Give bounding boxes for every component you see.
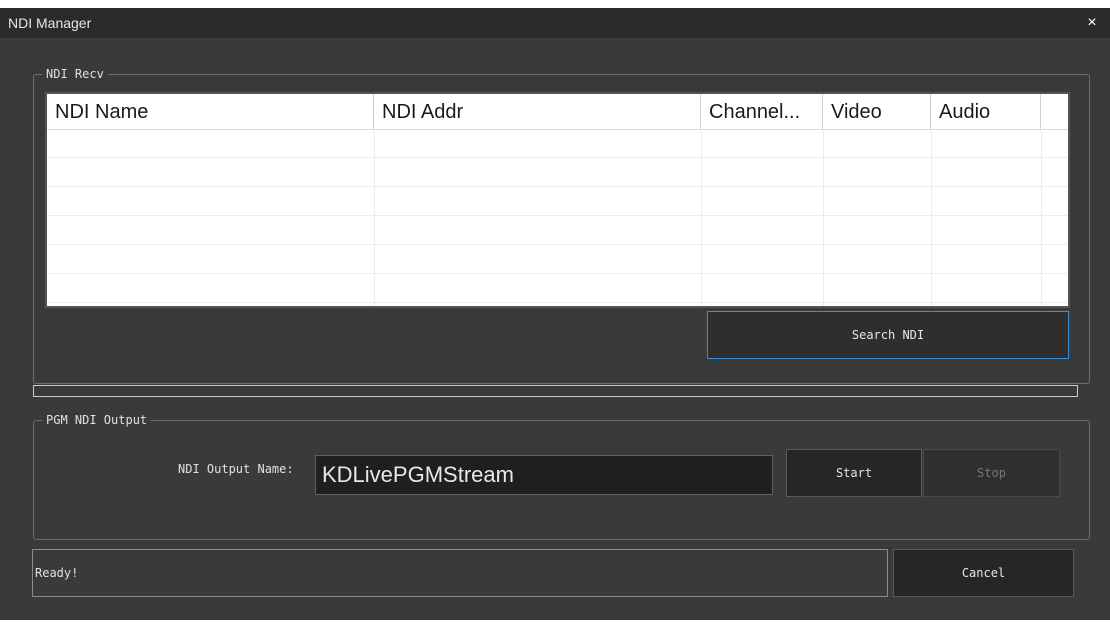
table-row[interactable] — [47, 158, 1068, 187]
column-header-ndi-name[interactable]: NDI Name — [47, 94, 374, 129]
ndi-output-name-input[interactable] — [315, 455, 773, 495]
column-header-audio[interactable]: Audio — [931, 94, 1041, 129]
start-button[interactable]: Start — [786, 449, 922, 497]
search-ndi-button[interactable]: Search NDI — [707, 311, 1069, 359]
column-header-video[interactable]: Video — [823, 94, 931, 129]
table-header: NDI Name NDI Addr Channel... Video Audio — [47, 94, 1068, 130]
ndi-output-name-label: NDI Output Name: — [178, 462, 294, 476]
stop-button[interactable]: Stop — [923, 449, 1060, 497]
ndi-source-table[interactable]: NDI Name NDI Addr Channel... Video Audio — [45, 92, 1070, 308]
title-bar: NDI Manager × — [0, 8, 1110, 38]
table-row[interactable] — [47, 187, 1068, 216]
progress-bar — [33, 385, 1078, 397]
column-header-channel[interactable]: Channel... — [701, 94, 823, 129]
table-row[interactable] — [47, 245, 1068, 274]
table-row[interactable] — [47, 129, 1068, 158]
pgm-ndi-output-legend: PGM NDI Output — [42, 412, 152, 428]
window-title: NDI Manager — [8, 15, 92, 31]
table-row[interactable] — [47, 216, 1068, 245]
close-icon[interactable]: × — [1080, 8, 1104, 38]
column-header-filler — [1041, 94, 1068, 129]
ndi-recv-legend: NDI Recv — [42, 66, 108, 82]
cancel-button[interactable]: Cancel — [893, 549, 1074, 597]
table-row[interactable] — [47, 274, 1068, 303]
column-header-ndi-addr[interactable]: NDI Addr — [374, 94, 701, 129]
status-text: Ready! — [32, 549, 888, 597]
